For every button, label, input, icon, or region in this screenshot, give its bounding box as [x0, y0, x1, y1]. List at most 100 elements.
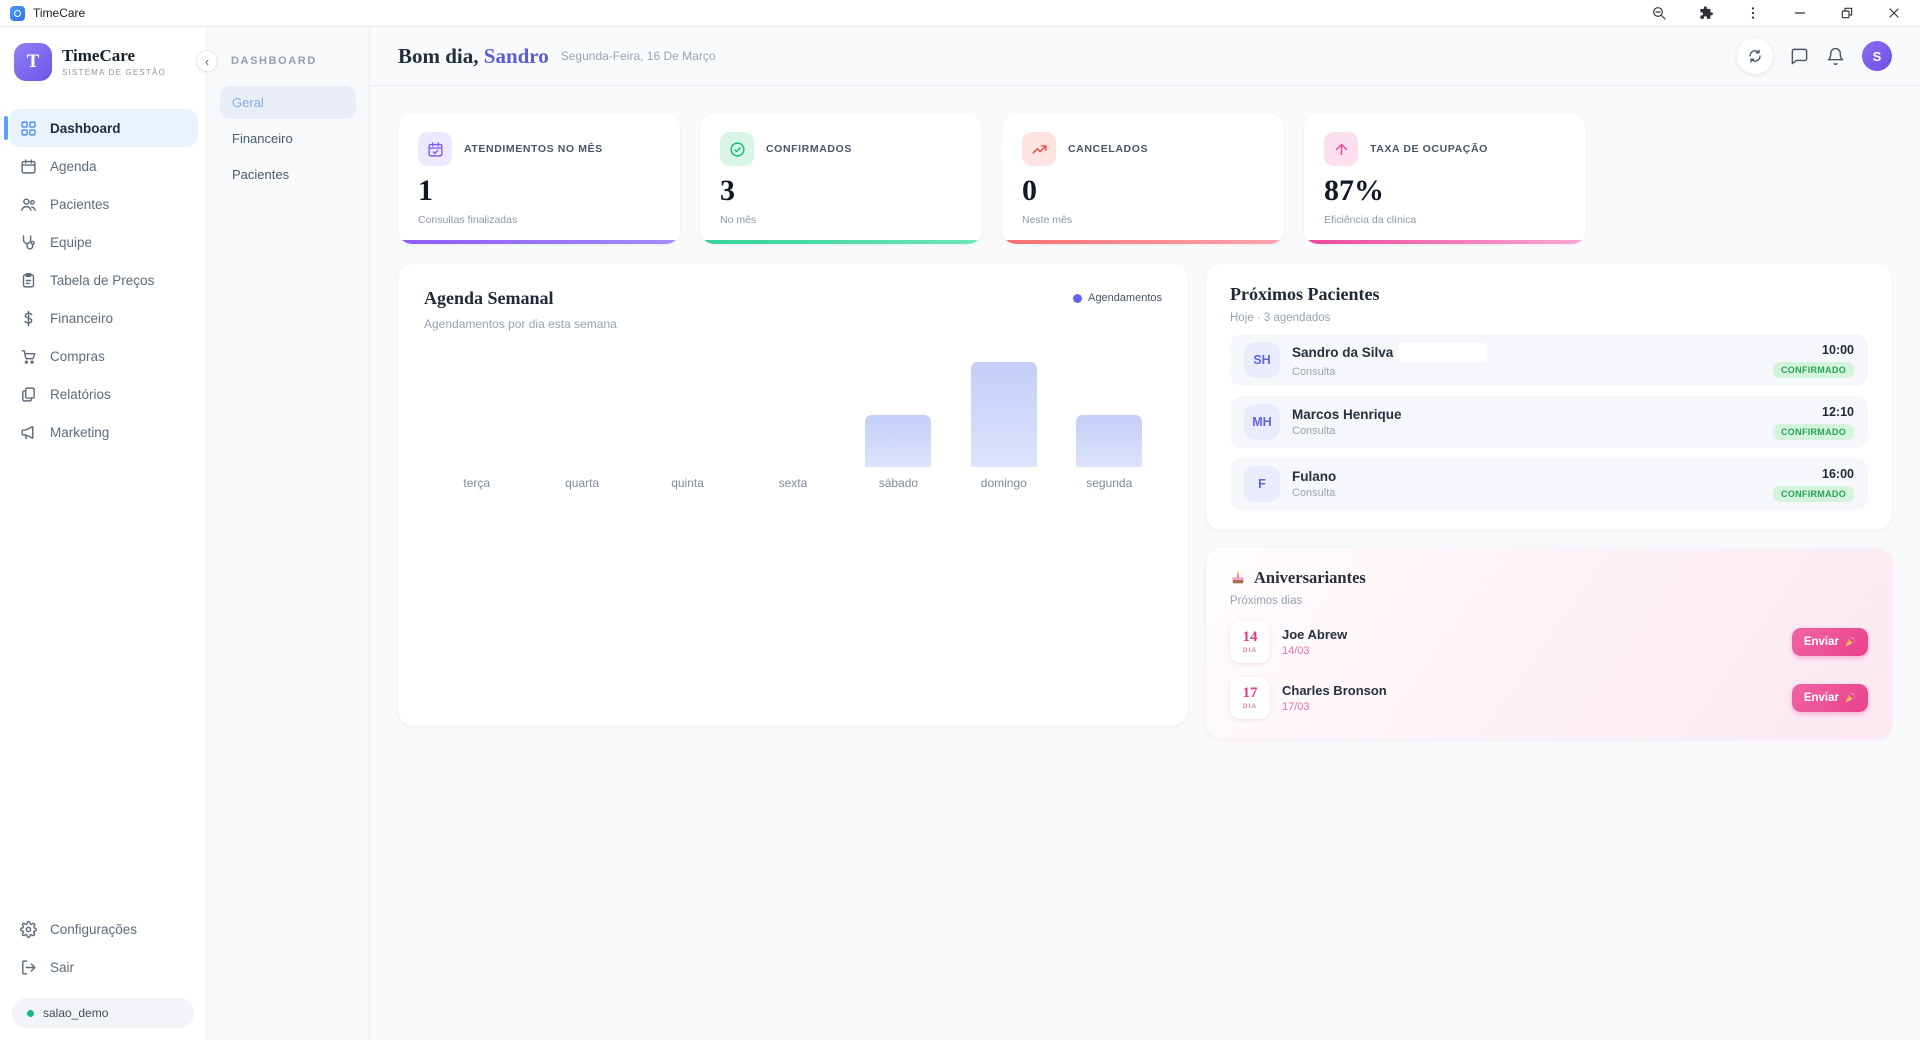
- chat-button[interactable]: [1790, 47, 1809, 66]
- patients-title: Próximos Pacientes: [1230, 284, 1868, 305]
- sidebar-item-sair[interactable]: Sair: [8, 948, 198, 986]
- window-title: TimeCare: [33, 6, 85, 20]
- bell-icon: [1826, 47, 1845, 66]
- appointment-time: 12:10: [1773, 405, 1854, 419]
- stat-label: ATENDIMENTOS NO MÊS: [464, 143, 603, 155]
- online-status-dot: [27, 1010, 34, 1017]
- stat-card-taxa-ocupacao[interactable]: TAXA DE OCUPAÇÃO 87% Eficiência da clíni…: [1304, 114, 1586, 244]
- subnav-item-label: Financeiro: [232, 131, 293, 146]
- menu-kebab-icon[interactable]: [1745, 5, 1761, 21]
- sidebar-item-agenda[interactable]: Agenda: [8, 147, 198, 185]
- sidebar-item-financeiro[interactable]: Financeiro: [8, 299, 198, 337]
- cake-icon: [1230, 570, 1246, 586]
- subnav-item-pacientes[interactable]: Pacientes: [220, 158, 356, 191]
- patient-name: Sandro da Silva: [1292, 345, 1393, 360]
- trending-up-icon: [1022, 132, 1056, 166]
- status-badge: CONFIRMADO: [1773, 486, 1854, 502]
- appointment-type: Consulta: [1292, 366, 1487, 378]
- bar-domingo[interactable]: [971, 362, 1037, 467]
- appointment-type: Consulta: [1292, 487, 1336, 499]
- sidebar-item-label: Financeiro: [50, 311, 113, 326]
- weekly-agenda-chart-card: Agenda Semanal Agendamentos por dia esta…: [398, 264, 1188, 726]
- appointment-time: 16:00: [1773, 467, 1854, 481]
- collapse-sidebar-button[interactable]: ‹: [196, 50, 218, 72]
- grid-icon: [20, 120, 37, 137]
- window-titlebar: TimeCare: [0, 0, 1920, 27]
- main-sidebar: T TimeCare SISTEMA DE GESTÃO Dashboard A…: [0, 27, 207, 1040]
- stat-card-confirmados[interactable]: CONFIRMADOS 3 No mês: [700, 114, 982, 244]
- sidebar-footer: Configurações Sair salao_demo: [0, 910, 206, 1028]
- send-greeting-button[interactable]: Enviar: [1792, 628, 1868, 656]
- page-title: Bom dia, Sandro: [398, 44, 549, 69]
- extensions-puzzle-icon[interactable]: [1698, 5, 1714, 21]
- patient-name: Fulano: [1292, 469, 1336, 484]
- brand-tagline: SISTEMA DE GESTÃO: [62, 68, 166, 77]
- workspace-pill[interactable]: salao_demo: [12, 998, 194, 1028]
- header-date: Segunda-Feira, 16 De Março: [561, 49, 716, 63]
- birthdays-card: Aniversariantes Próximos dias 14 DIA Joe…: [1206, 548, 1892, 739]
- sidebar-item-equipe[interactable]: Equipe: [8, 223, 198, 261]
- subnav-item-financeiro[interactable]: Financeiro: [220, 122, 356, 155]
- megaphone-icon: [20, 424, 37, 441]
- chart-title: Agenda Semanal: [424, 288, 617, 309]
- user-name: Sandro: [484, 44, 549, 68]
- bar-sabado[interactable]: [865, 415, 931, 468]
- patient-avatar: F: [1244, 466, 1280, 502]
- dollar-icon: [20, 310, 37, 327]
- stat-card-cancelados[interactable]: CANCELADOS 0 Neste mês: [1002, 114, 1284, 244]
- stethoscope-icon: [20, 234, 37, 251]
- patient-row[interactable]: SH Sandro da Silva Consulta 10:00 CONFIR…: [1230, 334, 1868, 386]
- stat-accent-bar: [700, 240, 982, 244]
- stat-accent-bar: [1002, 240, 1284, 244]
- chat-bubble-icon: [1790, 47, 1809, 66]
- sidebar-item-dashboard[interactable]: Dashboard: [8, 109, 198, 147]
- sidebar-item-label: Sair: [50, 960, 74, 975]
- sidebar-item-relatorios[interactable]: Relatórios: [8, 375, 198, 413]
- subnav-item-geral[interactable]: Geral: [220, 86, 356, 119]
- gear-icon: [20, 921, 37, 938]
- patient-name: Marcos Henrique: [1292, 407, 1402, 422]
- sidebar-item-pacientes[interactable]: Pacientes: [8, 185, 198, 223]
- clipboard-icon: [20, 272, 37, 289]
- sidebar-item-configuracoes[interactable]: Configurações: [8, 910, 198, 948]
- sidebar-item-tabela-de-precos[interactable]: Tabela de Preços: [8, 261, 198, 299]
- cart-icon: [20, 348, 37, 365]
- patient-row[interactable]: F Fulano Consulta 16:00 CONFIRMADO: [1230, 458, 1868, 510]
- zoom-out-icon[interactable]: [1651, 5, 1667, 21]
- refresh-icon: [1747, 48, 1763, 64]
- arrow-up-icon: [1324, 132, 1358, 166]
- birthday-day-badge: 17 DIA: [1230, 677, 1270, 719]
- stat-subtitle: No mês: [720, 214, 962, 226]
- bar-segunda[interactable]: [1076, 415, 1142, 468]
- restore-button[interactable]: [1839, 5, 1855, 21]
- close-button[interactable]: [1886, 5, 1902, 21]
- patient-row[interactable]: MH Marcos Henrique Consulta 12:10 CONFIR…: [1230, 396, 1868, 448]
- logout-icon: [20, 959, 37, 976]
- stat-accent-bar: [398, 240, 680, 244]
- send-greeting-button[interactable]: Enviar: [1792, 684, 1868, 712]
- sidebar-nav: Dashboard Agenda Pacientes Equipe Tabela…: [0, 109, 206, 451]
- x-axis-labels: terça quarta quinta sexta sábado domingo…: [424, 476, 1162, 490]
- appointment-type: Consulta: [1292, 425, 1402, 437]
- subnav-item-label: Pacientes: [232, 167, 289, 182]
- party-icon: [1844, 636, 1856, 648]
- content-area: Bom dia, Sandro Segunda-Feira, 16 De Mar…: [370, 27, 1920, 1040]
- sidebar-item-compras[interactable]: Compras: [8, 337, 198, 375]
- stat-value: 1: [418, 176, 660, 206]
- name-highlight: [1399, 343, 1487, 363]
- user-avatar[interactable]: S: [1862, 41, 1892, 71]
- sidebar-item-label: Compras: [50, 349, 105, 364]
- patients-subtitle: Hoje · 3 agendados: [1230, 312, 1868, 324]
- sidebar-item-marketing[interactable]: Marketing: [8, 413, 198, 451]
- minimize-button[interactable]: [1792, 5, 1808, 21]
- sidebar-item-label: Configurações: [50, 922, 137, 937]
- refresh-button[interactable]: [1737, 38, 1773, 74]
- party-icon: [1844, 692, 1856, 704]
- sidebar-item-label: Relatórios: [50, 387, 111, 402]
- sidebar-item-label: Pacientes: [50, 197, 109, 212]
- notifications-button[interactable]: [1826, 47, 1845, 66]
- chart-legend: Agendamentos: [1073, 292, 1162, 304]
- stat-card-atendimentos[interactable]: ATENDIMENTOS NO MÊS 1 Consultas finaliza…: [398, 114, 680, 244]
- status-badge: CONFIRMADO: [1773, 424, 1854, 440]
- stat-value: 0: [1022, 176, 1264, 206]
